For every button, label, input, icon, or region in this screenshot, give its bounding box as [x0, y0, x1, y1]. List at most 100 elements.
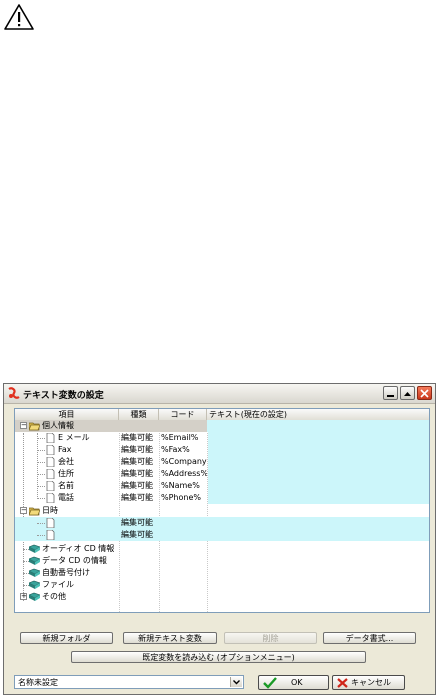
tree-line — [37, 450, 45, 451]
tree-line — [37, 438, 45, 439]
book-icon — [29, 544, 40, 553]
item-type: 編集可能 — [121, 433, 153, 442]
text-cell[interactable] — [208, 468, 429, 480]
tree-folder-other[interactable]: + その他 — [15, 591, 429, 603]
list-item[interactable]: 住所 編集可能 %Address% — [15, 468, 429, 480]
data-format-button[interactable]: データ書式... — [323, 632, 416, 644]
item-name: Fax — [58, 445, 72, 454]
new-folder-button[interactable]: 新規フォルダ — [20, 632, 113, 644]
restore-button[interactable] — [400, 386, 415, 400]
document-icon — [46, 493, 55, 503]
preset-value: 名称未設定 — [18, 678, 58, 687]
checkmark-icon — [263, 677, 277, 689]
app-icon — [8, 387, 20, 399]
tree-label: 日時 — [42, 506, 58, 515]
tree-label: 個人情報 — [42, 421, 74, 430]
column-header-type[interactable]: 種類 — [119, 409, 159, 420]
item-code: %Company% — [161, 457, 207, 466]
item-code: %Address% — [161, 469, 207, 478]
item-type: 編集可能 — [121, 493, 153, 502]
document-icon — [46, 457, 55, 467]
book-icon — [29, 580, 40, 589]
text-cell[interactable] — [208, 492, 429, 504]
collapse-toggle[interactable]: − — [20, 507, 27, 514]
column-header-code[interactable]: コード — [159, 409, 207, 420]
tree-folder-auto-number[interactable]: 自動番号付け — [15, 567, 429, 579]
document-icon — [46, 481, 55, 491]
ok-label: OK — [291, 678, 303, 687]
tree-label: ファイル — [42, 580, 74, 589]
text-cell[interactable] — [208, 456, 429, 468]
delete-button[interactable]: 削除 — [224, 632, 317, 644]
document-icon — [46, 518, 55, 528]
cancel-label: キャンセル — [351, 678, 391, 687]
document-icon — [46, 530, 55, 540]
title-bar: テキスト変数の設定 — [4, 384, 435, 404]
document-icon — [46, 469, 55, 479]
tree-folder-date[interactable]: − 日時 — [15, 505, 429, 517]
text-cell[interactable] — [208, 480, 429, 492]
column-header-item[interactable]: 項目 — [15, 409, 119, 420]
item-type: 編集可能 — [121, 457, 153, 466]
column-header-text[interactable]: テキスト(現在の設定) — [207, 409, 429, 420]
list-item[interactable]: 会社 編集可能 %Company% — [15, 456, 429, 468]
warning-icon — [4, 4, 34, 30]
list-item[interactable]: Fax 編集可能 %Fax% — [15, 444, 429, 456]
list-item[interactable]: 編集可能 — [15, 529, 429, 541]
item-code: %Name% — [161, 481, 200, 490]
item-type: 編集可能 — [121, 530, 153, 539]
close-button[interactable] — [417, 386, 432, 400]
dropdown-arrow-button[interactable] — [230, 677, 242, 687]
tree-label: オーディオ CD 情報 — [42, 544, 115, 553]
minimize-button[interactable] — [383, 386, 398, 400]
folder-open-icon — [29, 422, 40, 431]
item-type: 編集可能 — [121, 445, 153, 454]
tree-folder-personal[interactable]: − 個人情報 — [15, 420, 429, 432]
item-name: 会社 — [58, 457, 74, 466]
document-icon — [46, 445, 55, 455]
list-item[interactable]: 編集可能 — [15, 517, 429, 529]
tree-line — [37, 498, 45, 499]
list-item[interactable]: 電話 編集可能 %Phone% — [15, 492, 429, 504]
book-icon — [29, 568, 40, 577]
item-type: 編集可能 — [121, 469, 153, 478]
tree-folder-audio-cd[interactable]: オーディオ CD 情報 — [15, 543, 429, 555]
chevron-down-icon — [233, 680, 240, 685]
item-code: %Fax% — [161, 445, 190, 454]
document-icon — [46, 433, 55, 443]
book-icon — [29, 592, 40, 601]
ok-button[interactable]: OK — [258, 675, 329, 690]
tree-folder-file[interactable]: ファイル — [15, 579, 429, 591]
tree-label: 自動番号付け — [42, 568, 90, 577]
item-name: 住所 — [58, 469, 74, 478]
tree-line — [37, 535, 45, 536]
window-title: テキスト変数の設定 — [23, 391, 104, 401]
book-icon — [29, 556, 40, 565]
tree-line — [37, 523, 45, 524]
list-item[interactable]: 名前 編集可能 %Name% — [15, 480, 429, 492]
text-cell[interactable] — [208, 444, 429, 456]
new-text-variable-button[interactable]: 新規テキスト変数 — [123, 632, 217, 644]
item-name: 名前 — [58, 481, 74, 490]
collapse-toggle[interactable]: − — [20, 422, 27, 429]
folder-open-icon — [29, 507, 40, 516]
tree-line — [37, 474, 45, 475]
tree-label: データ CD の情報 — [42, 556, 107, 565]
tree-line — [37, 486, 45, 487]
tree-line — [37, 462, 45, 463]
preset-select[interactable]: 名称未設定 — [14, 675, 244, 689]
text-cell[interactable] — [208, 432, 429, 444]
cancel-x-icon — [337, 678, 348, 688]
list-item[interactable]: E メール 編集可能 %Email% — [15, 432, 429, 444]
minimize-icon — [387, 395, 394, 397]
text-cell — [207, 420, 429, 432]
tree-folder-data-cd[interactable]: データ CD の情報 — [15, 555, 429, 567]
item-name: E メール — [58, 433, 90, 442]
item-name: 電話 — [58, 493, 74, 502]
cancel-button[interactable]: キャンセル — [332, 675, 405, 690]
variable-tree-list[interactable]: 項目 種類 コード テキスト(現在の設定) − 個人情報 E メール 編集可能 … — [14, 408, 430, 613]
restore-icon — [404, 392, 411, 396]
load-default-variables-button[interactable]: 既定変数を読み込む (オプションメニュー) — [71, 651, 366, 663]
expand-toggle[interactable]: + — [20, 593, 27, 600]
item-type: 編集可能 — [121, 518, 153, 527]
